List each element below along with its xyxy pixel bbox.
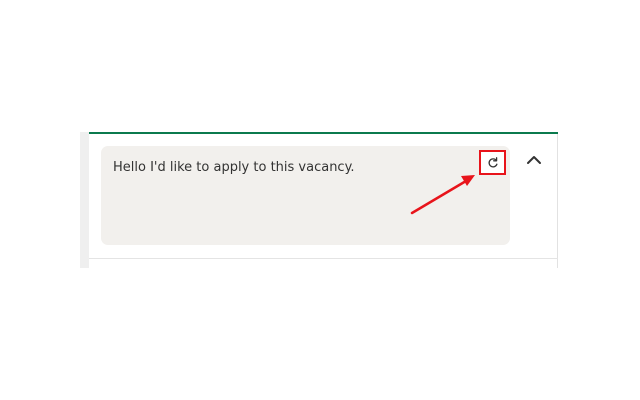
message-panel: Hello I'd like to apply to this vacancy. [80,132,558,268]
panel-left-gutter [80,132,89,268]
panel-bottom-divider [89,258,558,259]
panel-accent-line [89,132,558,134]
panel-right-border [557,134,558,268]
chevron-up-icon [527,156,541,164]
collapse-button[interactable] [523,152,545,168]
refresh-button[interactable] [479,150,506,175]
message-bubble: Hello I'd like to apply to this vacancy. [101,146,510,245]
screenshot-stage: Hello I'd like to apply to this vacancy. [0,0,640,400]
message-text: Hello I'd like to apply to this vacancy. [113,160,355,175]
refresh-icon [487,156,498,168]
